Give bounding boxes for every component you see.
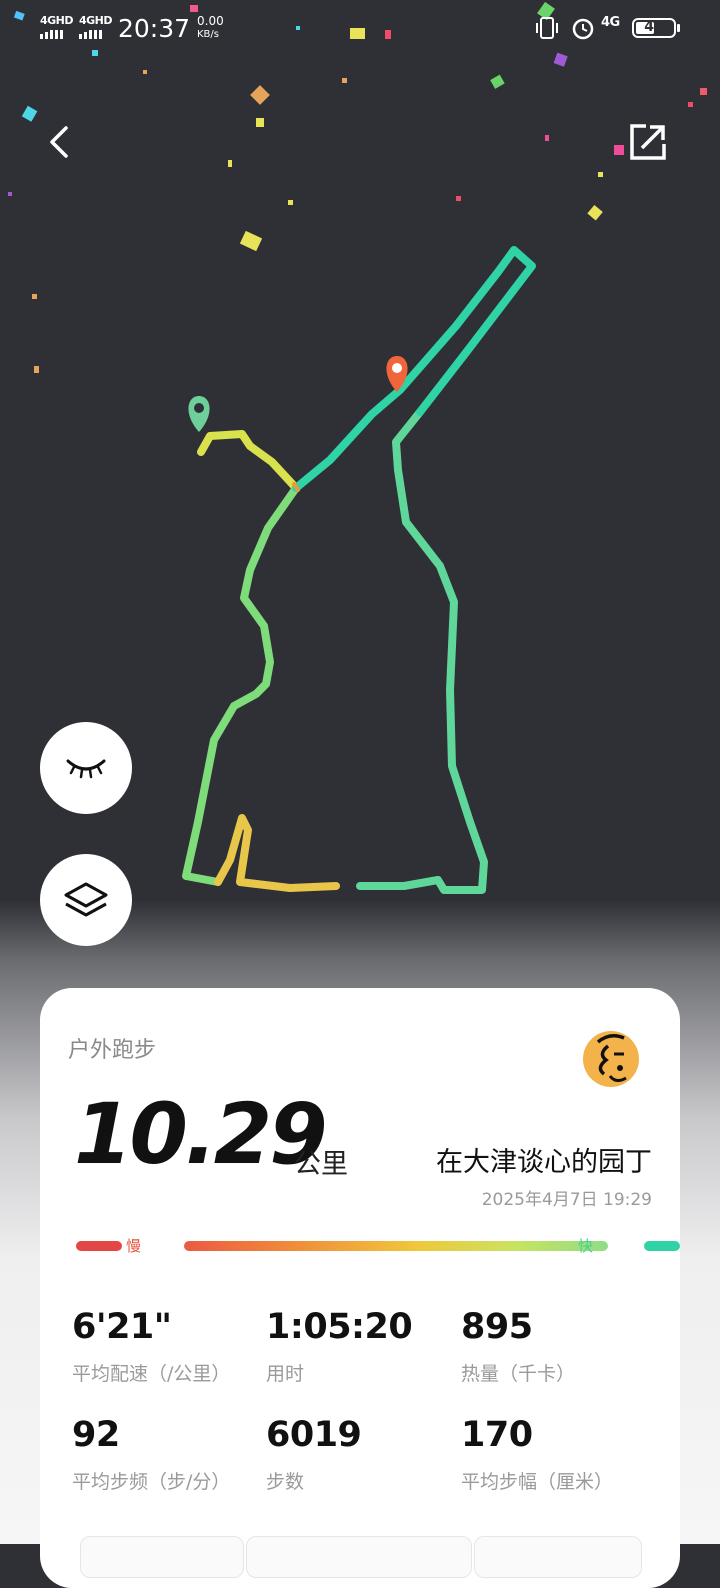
- status-bar: 4GHD 4GHD 20:37 0.00 KB/s 4G 45: [0, 0, 720, 56]
- route-segment-start: [197, 430, 300, 492]
- mobile-data-label: 4G: [601, 15, 620, 30]
- stat-value: 170: [461, 1415, 533, 1455]
- map-layers-button[interactable]: [40, 854, 132, 946]
- confetti: [8, 1, 707, 373]
- pace-legend-fast-segment: [644, 1241, 680, 1251]
- start-pin-icon[interactable]: [188, 396, 210, 432]
- stat-cadence: 92 平均步频（步/分）: [72, 1418, 230, 1494]
- status-time: 20:37: [118, 14, 191, 43]
- stat-avg-pace: 6'21" 平均配速（/公里）: [72, 1310, 230, 1386]
- battery-icon: 45: [632, 18, 676, 38]
- alarm-icon: [572, 18, 594, 40]
- distance-unit: 公里: [294, 1149, 348, 1180]
- detail-tab-1[interactable]: [80, 1536, 244, 1578]
- battery-level: 45: [644, 19, 664, 35]
- battery-tip: [677, 24, 680, 32]
- pace-legend-fast-label: 快: [578, 1237, 594, 1255]
- stat-value: 6019: [266, 1415, 362, 1455]
- network-speed-unit: KB/s: [197, 29, 219, 40]
- route-path: [182, 246, 536, 894]
- network-type-1: 4GHD: [40, 14, 74, 27]
- route-segment-south: [356, 408, 488, 894]
- share-button[interactable]: [620, 114, 676, 170]
- stat-label: 用时: [266, 1363, 305, 1385]
- stat-label: 平均配速（/公里）: [72, 1363, 231, 1385]
- back-button[interactable]: [32, 114, 88, 170]
- vibrate-icon: [536, 17, 558, 39]
- share-icon: [630, 124, 666, 160]
- workout-datetime: 2025年4月7日 19:29: [481, 1190, 652, 1210]
- stat-value: 895: [461, 1307, 533, 1347]
- stat-steps: 6019 步数: [266, 1415, 362, 1494]
- avatar-face-icon: [583, 1031, 639, 1087]
- stat-label: 步数: [266, 1471, 305, 1493]
- stat-label: 平均步幅（厘米）: [461, 1471, 614, 1493]
- signal-bars-2-icon: [79, 30, 102, 39]
- signal-bars-1-icon: [40, 30, 63, 39]
- network-speed: 0.00 KB/s: [197, 15, 224, 41]
- pace-legend-slow-label: 慢: [126, 1237, 142, 1255]
- pace-legend-bar: [76, 1241, 680, 1251]
- stat-duration: 1:05:20 用时: [266, 1307, 413, 1386]
- stat-stride: 170 平均步幅（厘米）: [461, 1418, 613, 1494]
- workout-type: 户外跑步: [68, 1038, 157, 1063]
- pace-legend-slow-segment: [76, 1241, 122, 1251]
- stat-value: 1:05:20: [266, 1307, 413, 1347]
- stat-value: 6'21": [72, 1307, 172, 1347]
- avatar[interactable]: [580, 1028, 642, 1090]
- hide-route-button[interactable]: [40, 722, 132, 814]
- route-segment-southwest: [214, 814, 340, 892]
- network-speed-value: 0.00: [197, 14, 224, 28]
- route-map-canvas: [8, 1, 707, 894]
- network-type-2: 4GHD: [79, 14, 113, 27]
- route-map[interactable]: [0, 0, 720, 1000]
- detail-tab-3[interactable]: [474, 1536, 642, 1578]
- stat-label: 热量（千卡）: [461, 1363, 576, 1385]
- stat-label: 平均步频（步/分）: [72, 1471, 231, 1493]
- user-name: 在大津谈心的园丁: [436, 1147, 652, 1178]
- chevron-left-icon: [50, 126, 68, 158]
- layers-icon: [64, 882, 108, 917]
- stat-value: 92: [72, 1415, 120, 1455]
- detail-tab-2[interactable]: [246, 1536, 472, 1578]
- pace-legend-gradient: [184, 1241, 608, 1251]
- workout-summary-card: 户外跑步 10.29 公里 在大津谈心的园丁 2025年4月7日 19:29 慢…: [40, 988, 680, 1588]
- distance-value: 10.29: [74, 1085, 328, 1183]
- closed-eye-icon: [66, 759, 106, 779]
- route-segment-northeast: [292, 246, 536, 492]
- stat-calories: 895 热量（千卡）: [461, 1310, 575, 1386]
